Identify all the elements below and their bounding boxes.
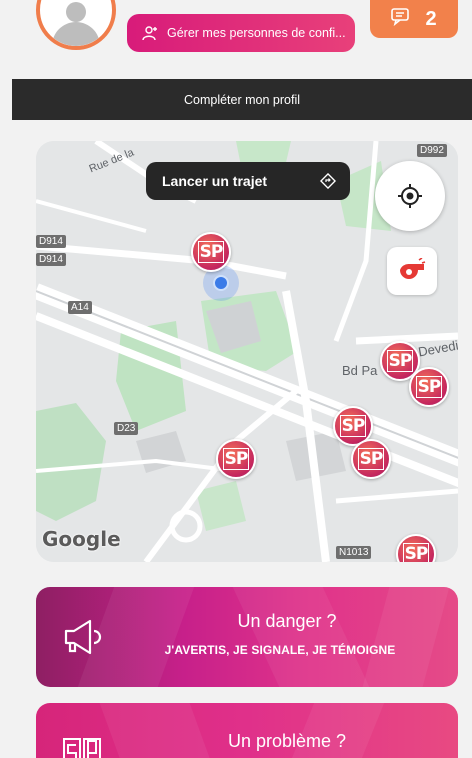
avatar-head (66, 2, 86, 22)
street-label-bd: Bd Pa (342, 363, 378, 378)
diamond-direction-icon (320, 173, 336, 189)
avatar-body (52, 22, 100, 46)
sp-logo-icon (63, 738, 101, 758)
sp-marker[interactable]: SP (216, 439, 256, 479)
avatar[interactable] (36, 0, 116, 50)
chat-icon (391, 7, 411, 31)
start-trip-label: Lancer un trajet (162, 173, 268, 189)
report-danger-subtitle: J'AVERTIS, JE SIGNALE, JE TÉMOIGNE (164, 643, 396, 657)
whistle-icon (400, 258, 426, 280)
complete-profile-label: Compléter mon profil (183, 92, 300, 107)
manage-trusted-contacts-button[interactable]: Gérer mes personnes de confi... (127, 14, 355, 52)
megaphone-icon (64, 619, 102, 655)
report-problem-title: Un problème ? (227, 731, 347, 751)
google-attribution: Google (42, 527, 121, 551)
card-facet (232, 587, 370, 687)
road-badge: D992 (417, 144, 447, 157)
report-problem-card[interactable]: Un problème ? (36, 703, 458, 758)
complete-profile-bar[interactable]: Compléter mon profil (12, 79, 472, 120)
alarm-whistle-button[interactable] (387, 247, 437, 295)
manage-contacts-label: Gérer mes personnes de confi... (167, 26, 346, 40)
report-danger-title: Un danger ? (237, 611, 337, 631)
sp-marker[interactable]: SP (191, 232, 231, 272)
locate-icon (398, 184, 422, 208)
start-trip-button[interactable]: Lancer un trajet (146, 162, 350, 200)
card-facet (362, 587, 450, 687)
road-badge: A14 (68, 301, 92, 314)
road-badge: D914 (36, 235, 66, 248)
road-badge: N1013 (336, 546, 372, 559)
sp-marker[interactable]: SP (351, 439, 391, 479)
chat-button[interactable]: 2 (370, 0, 458, 38)
map-view[interactable]: Rue de la Bd Pa Devedi D992 D914 D914 A1… (36, 141, 458, 562)
report-danger-card[interactable]: Un danger ? J'AVERTIS, JE SIGNALE, JE TÉ… (36, 587, 458, 687)
chat-badge-count: 2 (425, 7, 437, 30)
sp-marker[interactable]: SP (409, 367, 449, 407)
locate-me-button[interactable] (375, 161, 445, 231)
road-badge: D23 (114, 422, 139, 435)
app-screen: Gérer mes personnes de confi... 2 Complé… (0, 0, 472, 758)
road-badge: D914 (36, 253, 66, 266)
user-add-icon (141, 24, 159, 42)
